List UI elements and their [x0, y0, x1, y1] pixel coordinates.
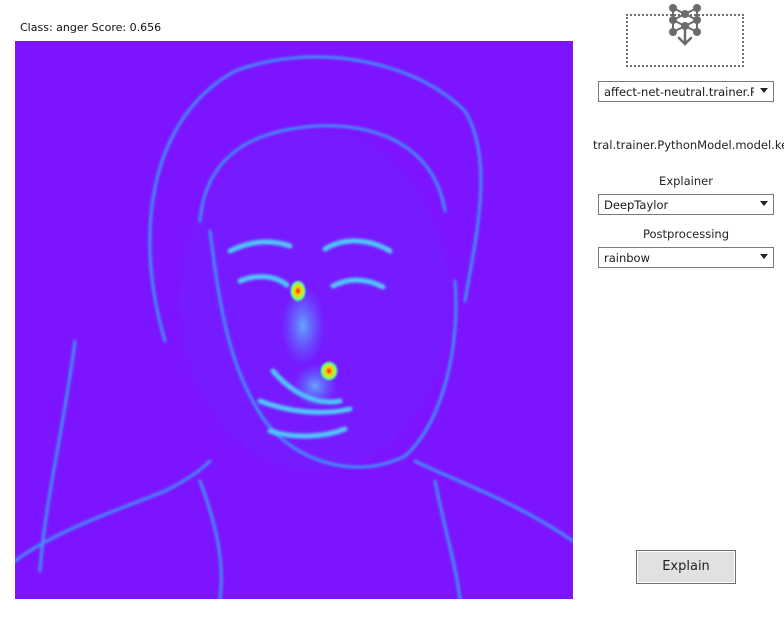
postprocessing-select[interactable]: rainbow	[598, 247, 774, 268]
model-select-value: affect-net-neutral.trainer.Pyt	[604, 85, 754, 99]
model-drop-zone[interactable]	[626, 4, 744, 67]
postprocessing-label: Postprocessing	[642, 227, 730, 241]
chevron-down-icon	[760, 254, 768, 259]
model-path-label: tral.trainer.PythonModel.model.kera	[593, 138, 784, 152]
explainer-select[interactable]: DeepTaylor	[598, 194, 774, 215]
postprocessing-select-value: rainbow	[604, 251, 650, 265]
heatmap-image	[15, 41, 573, 599]
model-select[interactable]: affect-net-neutral.trainer.Pyt	[598, 81, 774, 102]
explainer-select-value: DeepTaylor	[604, 198, 669, 212]
chevron-down-icon	[760, 201, 768, 206]
neural-network-download-icon	[669, 4, 701, 46]
class-score-label: Class: anger Score: 0.656	[20, 21, 162, 34]
explainer-label: Explainer	[659, 174, 713, 188]
chevron-down-icon	[760, 88, 768, 93]
explain-button[interactable]: Explain	[636, 550, 736, 584]
